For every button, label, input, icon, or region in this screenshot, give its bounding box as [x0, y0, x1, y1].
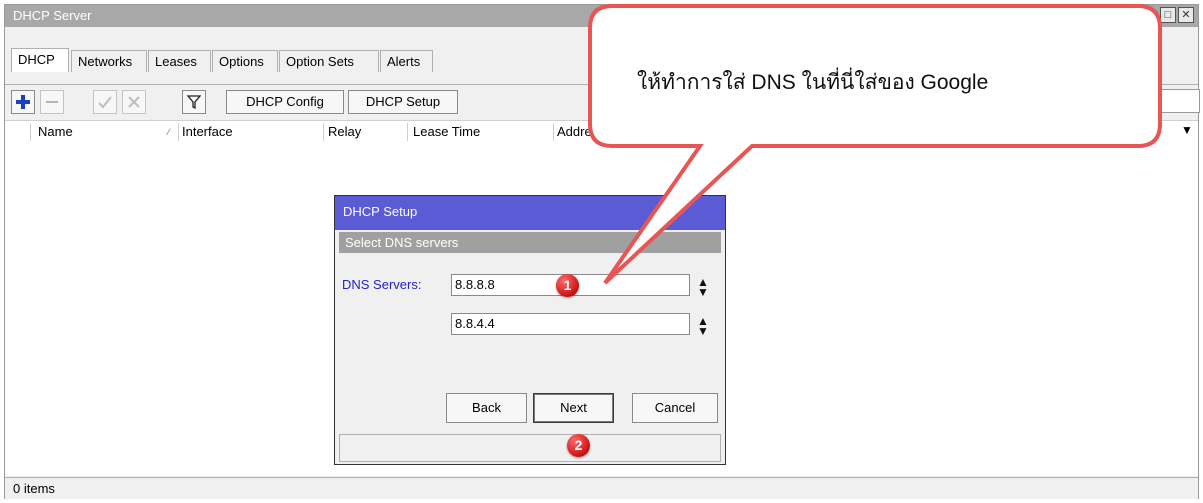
callout-shape: [588, 4, 1162, 285]
step-marker-1: 1: [556, 274, 579, 297]
step-marker-2: 2: [567, 434, 590, 457]
callout-bubble: [588, 4, 1162, 285]
callout-text: ให้ทำการใส่ DNS ในที่นี่ใส่ของ Google: [637, 71, 989, 94]
